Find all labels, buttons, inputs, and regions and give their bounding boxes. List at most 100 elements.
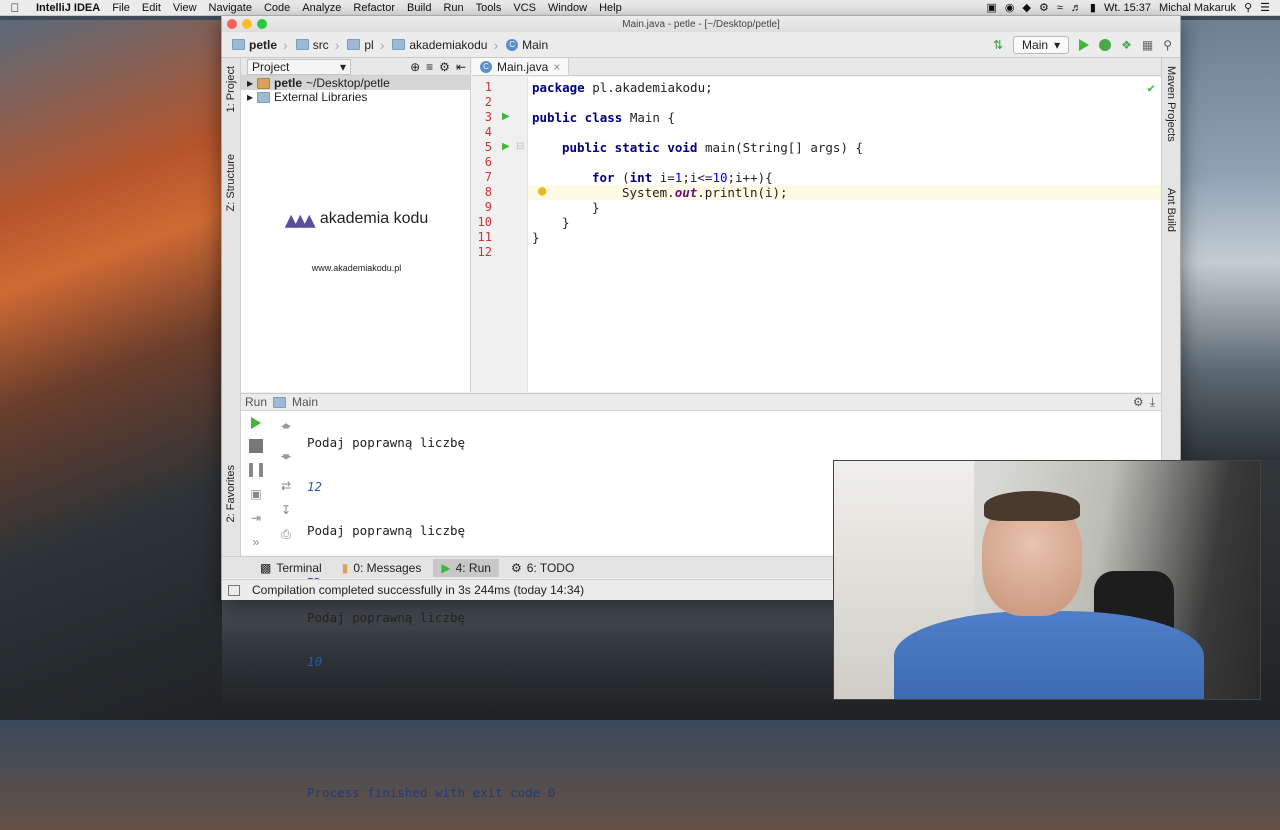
print-icon[interactable]: ⎙ — [281, 527, 291, 542]
menu-edit[interactable]: Edit — [136, 2, 167, 14]
expand-arrow-icon[interactable]: ▸ — [247, 90, 253, 104]
tab-favorites[interactable]: 2: Favorites — [223, 461, 239, 526]
code-line: public class Main { — [532, 110, 675, 125]
pause-icon[interactable] — [249, 463, 263, 477]
menu-help[interactable]: Help — [593, 2, 628, 14]
gear-icon[interactable]: ⚙ — [439, 60, 450, 74]
run-configuration-select[interactable]: Main ▾ — [1013, 35, 1070, 54]
notification-center-icon[interactable]: ☰ — [1260, 1, 1270, 14]
package-icon — [347, 39, 361, 50]
breadcrumb-label: pl — [364, 37, 374, 52]
search-icon[interactable]: ⚲ — [1163, 38, 1172, 52]
menu-view[interactable]: View — [167, 2, 203, 14]
code-token: public class — [532, 110, 623, 125]
menu-code[interactable]: Code — [258, 2, 296, 14]
camera-icon[interactable]: ▣ — [250, 487, 261, 501]
menu-file[interactable]: File — [106, 2, 136, 14]
menu-navigate[interactable]: Navigate — [203, 2, 258, 14]
breadcrumb-main[interactable]: C Main — [504, 38, 554, 52]
run-class-gutter-icon[interactable]: ▶ — [502, 111, 510, 122]
tab-run[interactable]: ▶ 4: Run — [433, 558, 499, 577]
close-icon[interactable]: × — [553, 60, 560, 74]
tree-item-external-libraries[interactable]: ▸ External Libraries — [241, 90, 470, 104]
collapse-icon[interactable]: ≡ — [426, 60, 433, 74]
coverage-icon[interactable]: ❖ — [1121, 38, 1132, 52]
lightbulb-icon[interactable]: ● — [538, 183, 546, 199]
breadcrumb-pl[interactable]: pl › — [345, 37, 390, 53]
up-arrow-icon[interactable]: 🡁 — [280, 417, 292, 438]
breadcrumb-akademiakodu[interactable]: akademiakodu › — [390, 37, 504, 53]
locate-icon[interactable]: ⊕ — [410, 60, 420, 74]
close-window-button[interactable] — [227, 19, 237, 29]
dropbox-icon[interactable]: ◆ — [1023, 1, 1031, 14]
breadcrumb-label: petle — [249, 37, 278, 52]
menu-analyze[interactable]: Analyze — [296, 2, 347, 14]
volume-icon[interactable]: ♬ — [1071, 2, 1082, 14]
stop-icon[interactable] — [249, 439, 263, 453]
menubar-user[interactable]: Michal Makaruk — [1159, 2, 1236, 14]
tab-ant-build[interactable]: Ant Build — [1163, 184, 1179, 236]
run-main-gutter-icon[interactable]: ▶ — [502, 141, 510, 152]
rerun-icon[interactable] — [251, 417, 261, 429]
tab-project[interactable]: 1: Project — [223, 62, 239, 116]
folder-icon — [295, 39, 309, 50]
debug-icon[interactable] — [1099, 38, 1112, 51]
hide-icon[interactable]: ⇤ — [456, 60, 470, 74]
code-editor[interactable]: package pl.akademiakodu; public class Ma… — [528, 77, 1161, 392]
tab-messages[interactable]: ▮ 0: Messages — [334, 559, 430, 577]
logo-url: www.akademiakodu.pl — [311, 262, 402, 273]
console-output[interactable]: Podaj poprawną liczbę 12 Podaj poprawną … — [307, 407, 585, 830]
soft-wrap-icon[interactable]: ⇄ — [281, 479, 291, 493]
minimize-window-button[interactable] — [242, 19, 252, 29]
settings-icon[interactable]: ⚙ — [1039, 1, 1049, 14]
zoom-window-button[interactable] — [257, 19, 267, 29]
tab-main-java[interactable]: C Main.java × — [472, 58, 570, 75]
window-titlebar: Main.java - petle - [~/Desktop/petle] — [222, 16, 1180, 32]
menu-window[interactable]: Window — [542, 2, 593, 14]
tab-todo[interactable]: ⚙ 6: TODO — [503, 559, 582, 577]
exit-icon[interactable]: ⇥ — [251, 511, 261, 525]
breadcrumb-project[interactable]: petle › — [230, 37, 294, 53]
menu-refactor[interactable]: Refactor — [347, 2, 401, 14]
code-token: } — [592, 200, 600, 215]
menu-run[interactable]: Run — [437, 2, 469, 14]
editor-gutter: 1 2 3 4 5 6 7 8 9 10 11 12 ▶ ▶ ⊟ — [472, 77, 528, 392]
hide-panel-icon[interactable]: ⤓ — [1150, 395, 1161, 410]
scroll-to-end-icon[interactable]: ↧ — [281, 503, 291, 517]
tab-structure[interactable]: Z: Structure — [223, 150, 239, 215]
tool-windows-icon[interactable] — [228, 584, 240, 596]
down-arrow-icon[interactable]: 🡃 — [280, 448, 292, 469]
expand-arrow-icon[interactable]: ▸ — [247, 76, 253, 90]
tree-item-project[interactable]: ▸ petle ~/Desktop/petle — [241, 76, 470, 90]
menu-tools[interactable]: Tools — [470, 2, 508, 14]
breadcrumb-label: akademiakodu — [409, 37, 488, 52]
console-line: Podaj poprawną liczbę — [307, 522, 466, 538]
project-structure-icon[interactable]: ▦ — [1142, 38, 1153, 52]
line-number: 9 — [484, 200, 492, 214]
camera-icon[interactable]: ▣ — [986, 1, 996, 14]
battery-icon[interactable]: ▮ — [1090, 1, 1096, 14]
breadcrumb-src[interactable]: src › — [294, 37, 346, 53]
code-token: .println(i); — [697, 185, 788, 200]
tab-terminal[interactable]: ▩ Terminal — [252, 559, 330, 577]
skype-icon[interactable]: ◉ — [1005, 1, 1015, 14]
spotlight-icon[interactable]: ⚲ — [1244, 1, 1252, 14]
run-panel-title: Run — [245, 395, 268, 409]
build-icon[interactable]: ⇅ — [993, 38, 1003, 52]
menu-app-name[interactable]: IntelliJ IDEA — [30, 2, 106, 14]
more-icon[interactable]: » — [253, 535, 260, 549]
code-token: ;i<= — [682, 170, 713, 185]
apple-icon[interactable]:  — [0, 1, 30, 15]
fold-icon[interactable]: ⊟ — [516, 141, 524, 152]
code-token: package — [532, 80, 585, 95]
project-view-select[interactable]: Project ▾ — [247, 58, 351, 75]
run-toolbar: ▣ ⇥ » 🡁 🡃 ⇄ ↧ ⎙ » — [241, 411, 301, 566]
menu-vcs[interactable]: VCS — [507, 2, 542, 14]
tab-maven-projects[interactable]: Maven Projects — [1163, 62, 1179, 146]
menubar-clock[interactable]: Wt. 15:37 — [1104, 2, 1151, 14]
project-panel-header: Project ▾ ⊕ ≡ ⚙ ⇤ — [241, 58, 470, 76]
menu-build[interactable]: Build — [401, 2, 437, 14]
run-icon[interactable] — [1079, 38, 1090, 51]
wifi-icon[interactable]: ≈ — [1057, 2, 1063, 14]
gear-icon[interactable]: ⚙ — [1133, 395, 1144, 409]
